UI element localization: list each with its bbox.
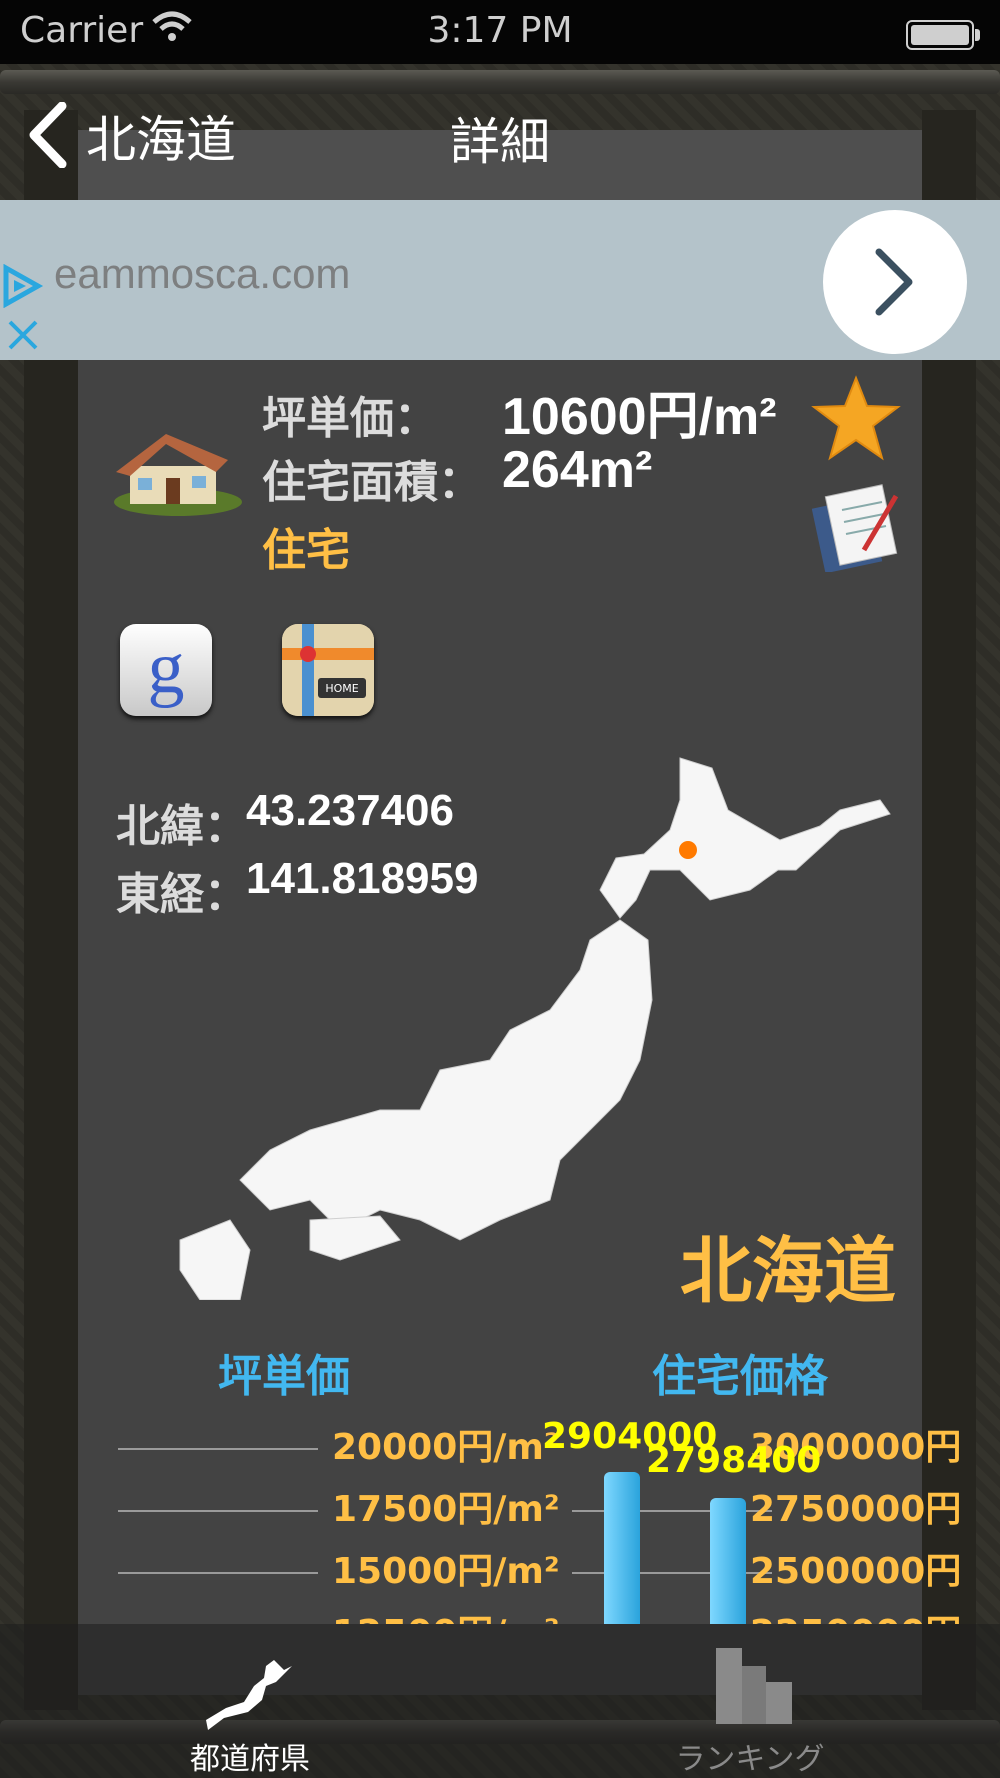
- scroll-rod-top: [0, 70, 1000, 94]
- left-gridline: [118, 1510, 318, 1512]
- clock: 3:17 PM: [427, 10, 573, 51]
- tab-prefectures-label: 都道府県: [190, 1742, 310, 1777]
- left-gridline: [118, 1448, 318, 1450]
- right-tick-1: 2750000円: [750, 1489, 962, 1530]
- left-tick-3: 12500円/m²: [332, 1604, 560, 1624]
- tab-ranking[interactable]: ランキング: [650, 1624, 850, 1778]
- price-chart: 坪単価 住宅価格 20000円/m² 17500円/m² 15000円/m² 1…: [0, 1330, 1000, 1624]
- chart-right-title: 住宅価格: [652, 1351, 828, 1402]
- shikoku-shape: [309, 1215, 401, 1261]
- right-tick-3: 2250000円: [750, 1604, 961, 1624]
- tsubo-label: 坪単価：: [262, 393, 438, 444]
- adchoices-icon[interactable]: [0, 264, 44, 308]
- chart-left-title: 坪単価: [218, 1351, 350, 1402]
- chart-bar: [604, 1471, 640, 1624]
- right-tick-2: 2500000円: [750, 1551, 962, 1592]
- tab-prefectures[interactable]: 都道府県: [150, 1624, 350, 1778]
- memo-icon[interactable]: [812, 480, 902, 572]
- prefecture-name: 北海道: [680, 1229, 897, 1313]
- ad-next-button[interactable]: [823, 210, 967, 354]
- ad-domain[interactable]: eammosca.com: [54, 250, 350, 298]
- left-tick-1: 17500円/m²: [332, 1489, 560, 1530]
- map-app-button[interactable]: HOME: [282, 624, 374, 716]
- battery-icon: [906, 20, 980, 50]
- tab-bar: 都道府県 ランキング: [0, 1624, 1000, 1778]
- svg-text:HOME: HOME: [325, 682, 358, 695]
- hokkaido-shape: [599, 757, 891, 919]
- google-g-icon: g: [147, 627, 185, 709]
- page-title: 詳細: [450, 113, 550, 171]
- honshu-shape: [239, 919, 653, 1241]
- map-app-icon: HOME: [282, 624, 374, 716]
- left-gridline: [118, 1572, 318, 1574]
- status-bar: Carrier 3:17 PM: [0, 0, 1000, 64]
- house-icon: [114, 434, 242, 516]
- ranking-tab-icon: [716, 1648, 792, 1724]
- left-tick-2: 15000円/m²: [332, 1551, 560, 1592]
- kyushu-shape: [179, 1219, 251, 1300]
- chevron-right-icon: [875, 248, 913, 316]
- area-label: 住宅面積：: [262, 457, 482, 508]
- location-marker: [679, 841, 697, 859]
- left-tick-0: 20000円/m²: [332, 1427, 560, 1468]
- property-type: 住宅: [262, 525, 350, 576]
- bar-label-1: 2798400: [646, 1440, 822, 1481]
- tsubo-value: 10600円/m²: [502, 388, 777, 446]
- close-icon[interactable]: [6, 318, 40, 352]
- chart-bar: [710, 1497, 746, 1624]
- area-value: 264m²: [502, 441, 653, 499]
- tab-ranking-label: ランキング: [675, 1742, 825, 1777]
- google-search-button[interactable]: g: [120, 624, 212, 716]
- star-favorite-icon[interactable]: [810, 374, 902, 462]
- japan-tab-icon: [206, 1660, 292, 1730]
